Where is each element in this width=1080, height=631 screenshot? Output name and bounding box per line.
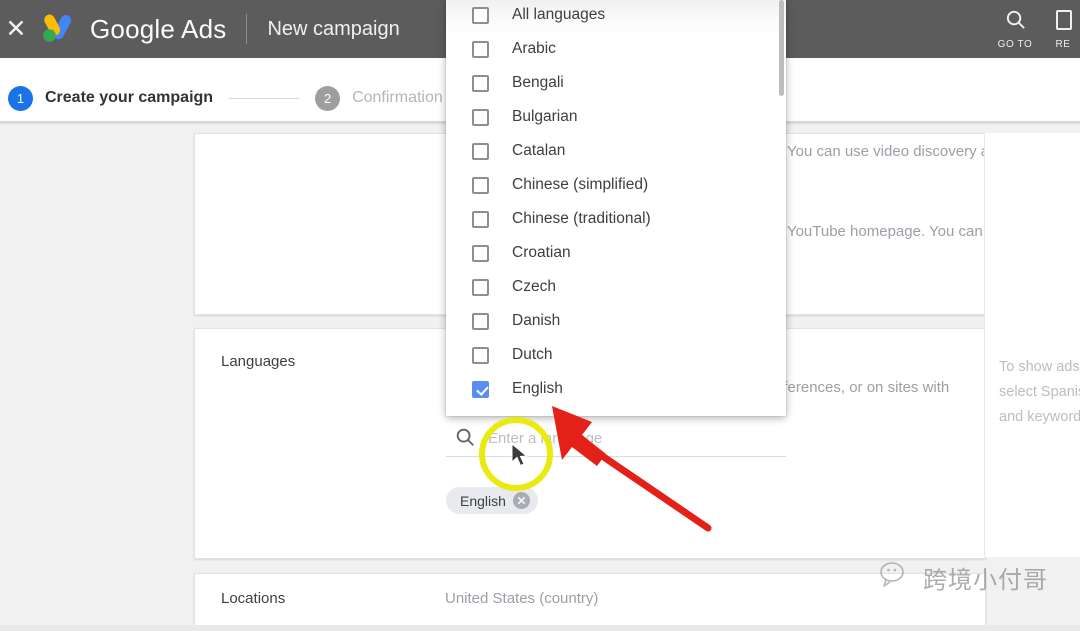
reports-button[interactable]: RE <box>1046 9 1080 50</box>
checkbox-checked-icon[interactable] <box>472 380 489 398</box>
tip-text: To show ads Spanish as a select Spanis l… <box>999 359 1080 425</box>
language-option-label: Danish <box>512 312 561 329</box>
watermark-text: 跨境小付哥 <box>923 566 1048 594</box>
checkbox-icon[interactable] <box>472 108 489 126</box>
language-option[interactable]: All languages <box>446 0 786 32</box>
vertical-scrollbar[interactable] <box>779 0 784 96</box>
language-option-label: Chinese (traditional) <box>512 210 651 227</box>
language-option[interactable]: English <box>446 372 786 406</box>
language-option-label: Bengali <box>512 74 564 91</box>
locations-card[interactable]: Locations United States (country) <box>194 573 986 627</box>
close-circle-icon[interactable] <box>512 492 530 509</box>
app-screen: ✕ Google Ads New campaign GO TO RE 1 Cre… <box>0 0 1080 631</box>
step-1-badge[interactable]: 1 <box>8 85 33 111</box>
language-option[interactable]: Danish <box>446 304 786 338</box>
language-option-label: English <box>512 380 563 397</box>
checkbox-icon[interactable] <box>472 312 489 330</box>
language-option[interactable]: Arabic <box>446 32 786 66</box>
checkbox-icon[interactable] <box>472 176 489 194</box>
step-2-badge[interactable]: 2 <box>315 85 341 111</box>
checkbox-icon[interactable] <box>472 6 489 24</box>
chip-label: English <box>460 492 506 509</box>
language-option-label: Bulgarian <box>512 108 578 125</box>
language-dropdown[interactable]: All languages Arabic Bengali Bulgarian Catal… <box>446 0 786 416</box>
language-search-field[interactable] <box>446 420 786 456</box>
checkbox-icon[interactable] <box>472 244 489 262</box>
watermark: 跨境小付哥 <box>880 560 1048 595</box>
checkbox-icon[interactable] <box>472 74 489 92</box>
language-option[interactable]: Czech <box>446 270 786 304</box>
locations-value: United States (country) <box>445 590 599 607</box>
language-option[interactable]: Catalan <box>446 134 786 168</box>
language-option-label: Croatian <box>512 244 571 261</box>
step-2-label[interactable]: Confirmation <box>352 89 443 107</box>
language-option[interactable]: Croatian <box>446 236 786 270</box>
checkbox-icon[interactable] <box>472 142 489 160</box>
stepper-connector <box>229 97 300 99</box>
reports-label: RE <box>1055 38 1071 50</box>
language-option[interactable]: Bulgarian <box>446 100 786 134</box>
page-subtitle: New campaign <box>267 17 400 40</box>
language-option-label: Dutch <box>512 346 553 363</box>
google-ads-logo <box>36 12 80 46</box>
reports-icon <box>1053 9 1073 36</box>
language-option[interactable]: Dutch <box>446 338 786 372</box>
locations-label: Locations <box>221 590 286 607</box>
checkbox-icon[interactable] <box>472 210 489 228</box>
language-option-label: Czech <box>512 278 556 295</box>
languages-hint-line: eferences, or on sites with <box>775 379 950 396</box>
search-input[interactable] <box>486 422 780 454</box>
top-bar-actions: GO TO RE <box>984 0 1080 58</box>
goto-label: GO TO <box>997 39 1033 50</box>
wechat-icon <box>880 561 914 594</box>
goto-button[interactable]: GO TO <box>984 8 1046 50</box>
checkbox-icon[interactable] <box>472 40 489 58</box>
step-1-label[interactable]: Create your campaign <box>45 89 213 107</box>
language-option-label: Chinese (simplified) <box>512 176 649 193</box>
search-icon <box>454 426 476 448</box>
language-option[interactable]: Bengali <box>446 66 786 100</box>
search-icon <box>1004 8 1027 36</box>
language-option[interactable]: Chinese (traditional) <box>446 202 786 236</box>
bottom-edge <box>0 625 1080 631</box>
checkbox-icon[interactable] <box>472 346 489 364</box>
language-option-label: All languages <box>512 6 606 23</box>
brand-title: Google Ads <box>90 13 227 44</box>
header-divider <box>246 14 248 44</box>
language-option-label: Catalan <box>512 142 566 159</box>
tip-panel: To show ads Spanish as a select Spanis l… <box>984 133 1080 557</box>
language-option-list[interactable]: All languages Arabic Bengali Bulgarian Catal… <box>446 0 786 416</box>
close-icon[interactable]: ✕ <box>2 16 30 42</box>
search-field-underline <box>446 456 786 457</box>
language-option[interactable]: Chinese (simplified) <box>446 168 786 202</box>
language-option-label: Arabic <box>512 40 556 57</box>
checkbox-icon[interactable] <box>472 278 489 296</box>
languages-label: Languages <box>221 353 296 370</box>
language-chip-english[interactable]: English <box>446 487 538 514</box>
